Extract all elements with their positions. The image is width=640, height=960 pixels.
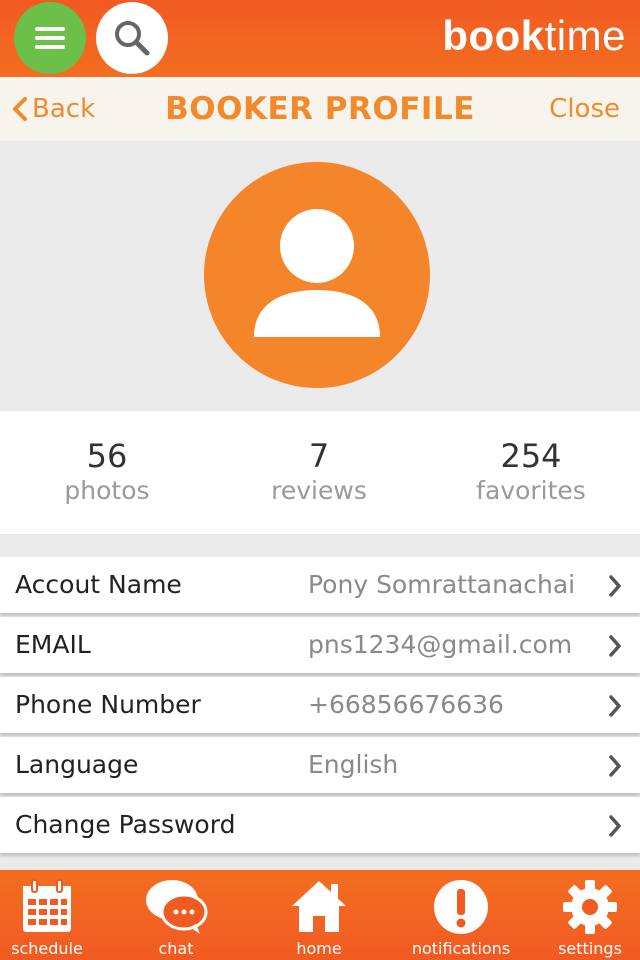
row-value: pns1234@gmail.com (308, 630, 573, 659)
row-email[interactable]: EMAIL pns1234@gmail.com (0, 617, 640, 673)
chevron-right-icon (609, 635, 621, 657)
stat-photos[interactable]: 56 photos (0, 437, 214, 507)
tab-label: chat (158, 939, 194, 958)
search-icon (115, 21, 150, 56)
row-label: EMAIL (15, 630, 91, 659)
profile-hero (0, 141, 640, 411)
row-value: +66856676636 (308, 690, 504, 719)
bottom-tab-bar: schedule chat home notifications setting… (0, 870, 640, 960)
row-account-name[interactable]: Accout Name Pony Somrattanachai (0, 557, 640, 613)
stat-label: reviews (271, 476, 367, 505)
chevron-right-icon (609, 755, 621, 777)
stat-value: 254 (500, 437, 562, 475)
stat-value: 56 (86, 437, 128, 475)
menu-button[interactable] (14, 2, 86, 74)
row-value: Pony Somrattanachai (308, 570, 576, 599)
tab-label: home (296, 939, 342, 958)
row-change-password[interactable]: Change Password (0, 797, 640, 853)
stat-label: photos (64, 476, 150, 505)
top-bar: booktime (0, 0, 640, 77)
row-label: Accout Name (15, 570, 182, 599)
row-value: English (308, 750, 399, 779)
chevron-right-icon (609, 815, 621, 837)
profile-stats: 56 photos 7 reviews 254 favorites (0, 411, 640, 534)
profile-settings-list: Accout Name Pony Somrattanachai EMAIL pn… (0, 557, 640, 857)
tab-settings[interactable]: settings (552, 870, 628, 960)
stat-reviews[interactable]: 7 reviews (212, 437, 426, 507)
tab-chat[interactable]: chat (130, 870, 222, 960)
row-language[interactable]: Language English (0, 737, 640, 793)
chevron-right-icon (609, 575, 621, 597)
brand-logo: booktime (442, 12, 626, 59)
search-button[interactable] (96, 2, 168, 74)
avatar[interactable] (204, 162, 430, 388)
row-phone-number[interactable]: Phone Number +66856676636 (0, 677, 640, 733)
close-button[interactable]: Close (549, 77, 620, 141)
stat-value: 7 (308, 437, 330, 475)
row-label: Language (15, 750, 139, 779)
tab-label: notifications (411, 939, 511, 958)
calendar-icon (23, 879, 71, 932)
chevron-right-icon (609, 695, 621, 717)
user-silhouette-icon (254, 209, 380, 337)
exclamation-icon (434, 880, 488, 934)
row-label: Phone Number (15, 690, 201, 719)
home-icon (292, 881, 346, 932)
row-label: Change Password (15, 810, 236, 839)
tab-label: settings (558, 939, 622, 958)
page-title: BOOKER PROFILE (165, 91, 475, 127)
stat-favorites[interactable]: 254 favorites (424, 437, 638, 507)
gear-icon (563, 880, 617, 934)
tab-schedule[interactable]: schedule (0, 870, 94, 960)
hamburger-menu-icon (35, 27, 65, 49)
tab-home[interactable]: home (274, 870, 364, 960)
tab-notifications[interactable]: notifications (406, 870, 516, 960)
stat-label: favorites (476, 476, 586, 505)
nav-bar: Back BOOKER PROFILE Close (0, 77, 640, 141)
chat-bubble-icon (146, 880, 208, 934)
tab-label: schedule (11, 939, 83, 958)
